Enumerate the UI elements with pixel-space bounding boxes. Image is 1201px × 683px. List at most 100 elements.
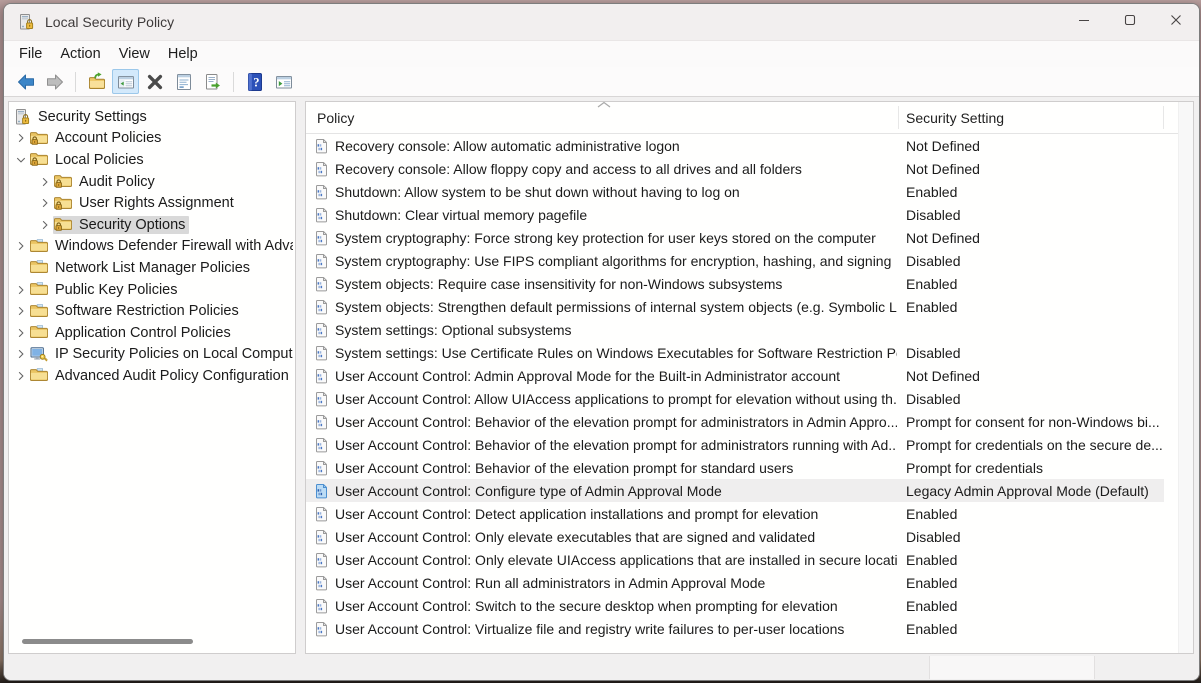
- chevron-down-icon[interactable]: [13, 155, 29, 165]
- properties-button[interactable]: [170, 69, 197, 94]
- policy-doc-icon: [313, 414, 329, 430]
- export-folder-button[interactable]: [83, 69, 110, 94]
- column-divider[interactable]: [1163, 106, 1164, 129]
- policy-row[interactable]: System settings: Use Certificate Rules o…: [306, 341, 1164, 364]
- tree-item[interactable]: Windows Defender Firewall with Advan: [9, 236, 293, 258]
- chevron-right-icon[interactable]: [37, 177, 53, 187]
- policy-setting: Enabled: [906, 299, 1164, 315]
- maximize-icon: [1124, 13, 1136, 31]
- policy-setting: Enabled: [906, 276, 1164, 292]
- policy-row[interactable]: User Account Control: Switch to the secu…: [306, 594, 1164, 617]
- tree-item[interactable]: User Rights Assignment: [9, 192, 293, 214]
- policy-row[interactable]: System cryptography: Use FIPS compliant …: [306, 249, 1164, 272]
- policy-setting: Disabled: [906, 345, 1164, 361]
- folder-lock-icon: [54, 174, 72, 189]
- tree-item[interactable]: Public Key Policies: [9, 279, 293, 301]
- chevron-right-icon[interactable]: [13, 241, 29, 251]
- tree-item[interactable]: Software Restriction Policies: [9, 300, 293, 322]
- console-tree: Security SettingsAccount PoliciesLocal P…: [9, 106, 293, 387]
- policy-doc-icon: [313, 322, 329, 338]
- policy-row[interactable]: User Account Control: Configure type of …: [306, 479, 1164, 502]
- menu-help[interactable]: Help: [159, 43, 207, 65]
- tree-item[interactable]: Local Policies: [9, 149, 293, 171]
- menu-view[interactable]: View: [110, 43, 159, 65]
- column-header-policy[interactable]: Policy: [317, 110, 354, 126]
- tree-horizontal-scrollbar[interactable]: [22, 639, 193, 644]
- maximize-button[interactable]: [1107, 4, 1153, 40]
- titlebar[interactable]: Local Security Policy: [4, 4, 1199, 40]
- policy-doc-icon: [313, 529, 329, 545]
- policy-setting: Not Defined: [906, 138, 1164, 154]
- policy-name: Shutdown: Allow system to be shut down w…: [335, 184, 897, 200]
- delete-button[interactable]: [141, 69, 168, 94]
- policy-row[interactable]: Shutdown: Allow system to be shut down w…: [306, 180, 1164, 203]
- chevron-right-icon[interactable]: [13, 133, 29, 143]
- policy-row[interactable]: User Account Control: Virtualize file an…: [306, 617, 1164, 640]
- policy-row[interactable]: User Account Control: Admin Approval Mod…: [306, 364, 1164, 387]
- policy-name: User Account Control: Virtualize file an…: [335, 621, 897, 637]
- list-vertical-scrollbar[interactable]: [1178, 102, 1193, 653]
- menu-action[interactable]: Action: [51, 43, 109, 65]
- tree-item[interactable]: Security Settings: [9, 106, 293, 128]
- policy-name: User Account Control: Admin Approval Mod…: [335, 368, 897, 384]
- column-header-setting[interactable]: Security Setting: [906, 110, 1004, 126]
- chevron-right-icon[interactable]: [13, 328, 29, 338]
- policy-doc-icon: [313, 460, 329, 476]
- policy-doc-icon: [313, 391, 329, 407]
- policy-row[interactable]: Shutdown: Clear virtual memory pagefileD…: [306, 203, 1164, 226]
- policy-name: System objects: Strengthen default permi…: [335, 299, 897, 315]
- chevron-right-icon[interactable]: [13, 285, 29, 295]
- tree-item[interactable]: Application Control Policies: [9, 322, 293, 344]
- policy-row[interactable]: User Account Control: Behavior of the el…: [306, 410, 1164, 433]
- policy-setting: Enabled: [906, 506, 1164, 522]
- policy-setting: Enabled: [906, 575, 1164, 591]
- policy-row[interactable]: User Account Control: Behavior of the el…: [306, 456, 1164, 479]
- back-arrow-button[interactable]: [12, 69, 39, 94]
- list-header: Policy Security Setting: [306, 102, 1193, 134]
- chevron-right-icon[interactable]: [13, 306, 29, 316]
- menu-file[interactable]: File: [10, 43, 51, 65]
- policy-setting: Enabled: [906, 184, 1164, 200]
- policy-row[interactable]: User Account Control: Run all administra…: [306, 571, 1164, 594]
- policy-row[interactable]: System objects: Strengthen default permi…: [306, 295, 1164, 318]
- tree-item[interactable]: IP Security Policies on Local Computer: [9, 344, 293, 366]
- policy-name: User Account Control: Only elevate UIAcc…: [335, 552, 897, 568]
- show-console-tree-button[interactable]: [112, 69, 139, 94]
- policy-row[interactable]: User Account Control: Allow UIAccess app…: [306, 387, 1164, 410]
- desktop-background: Local Security Policy FileActionViewHelp…: [0, 0, 1201, 683]
- forward-arrow-button[interactable]: [41, 69, 68, 94]
- chevron-right-icon[interactable]: [13, 349, 29, 359]
- delete-icon: [145, 72, 165, 92]
- chevron-right-icon[interactable]: [37, 198, 53, 208]
- policy-row[interactable]: System settings: Optional subsystems: [306, 318, 1164, 341]
- tree-item[interactable]: Account Policies: [9, 128, 293, 150]
- policy-row[interactable]: System cryptography: Force strong key pr…: [306, 226, 1164, 249]
- app-window: Local Security Policy FileActionViewHelp…: [3, 3, 1200, 681]
- export-list-button[interactable]: [199, 69, 226, 94]
- help-icon: ?: [245, 72, 265, 92]
- policy-name: System settings: Optional subsystems: [335, 322, 897, 338]
- policy-row[interactable]: User Account Control: Behavior of the el…: [306, 433, 1164, 456]
- column-divider[interactable]: [898, 106, 899, 129]
- policy-setting: Disabled: [906, 529, 1164, 545]
- policy-setting: Not Defined: [906, 161, 1164, 177]
- minimize-button[interactable]: [1061, 4, 1107, 40]
- policy-row[interactable]: User Account Control: Only elevate execu…: [306, 525, 1164, 548]
- policy-row[interactable]: System objects: Require case insensitivi…: [306, 272, 1164, 295]
- chevron-right-icon[interactable]: [13, 371, 29, 381]
- tree-item[interactable]: Security Options: [9, 214, 293, 236]
- policy-row[interactable]: Recovery console: Allow floppy copy and …: [306, 157, 1164, 180]
- new-window-icon: [274, 72, 294, 92]
- chevron-right-icon[interactable]: [37, 220, 53, 230]
- new-window-button[interactable]: [270, 69, 297, 94]
- policy-row[interactable]: User Account Control: Detect application…: [306, 502, 1164, 525]
- policy-row[interactable]: Recovery console: Allow automatic admini…: [306, 134, 1164, 157]
- tree-item[interactable]: Advanced Audit Policy Configuration: [9, 365, 293, 387]
- close-button[interactable]: [1153, 4, 1199, 40]
- help-button[interactable]: ?: [241, 69, 268, 94]
- policy-setting: Disabled: [906, 253, 1164, 269]
- tree-item[interactable]: Audit Policy: [9, 171, 293, 193]
- console-horizontal-scrollbar-thumb[interactable]: [929, 656, 1095, 679]
- tree-item[interactable]: Network List Manager Policies: [9, 257, 293, 279]
- policy-row[interactable]: User Account Control: Only elevate UIAcc…: [306, 548, 1164, 571]
